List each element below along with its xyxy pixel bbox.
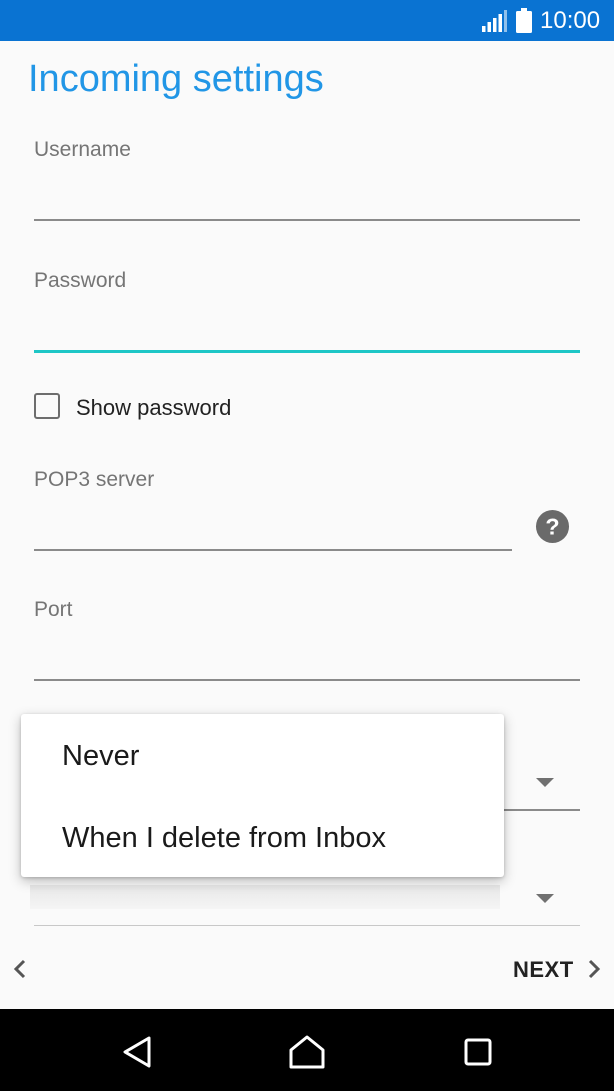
spinner-2-field[interactable] [30, 885, 500, 909]
battery-icon [516, 8, 532, 33]
chevron-right-icon[interactable] [585, 958, 603, 980]
port-field[interactable] [34, 628, 580, 682]
signal-icon [482, 10, 507, 32]
username-underline [34, 219, 580, 221]
recents-icon[interactable] [463, 1037, 493, 1067]
svg-text:?: ? [545, 513, 559, 539]
show-password-label[interactable]: Show password [76, 394, 231, 422]
dropdown-menu: Never When I delete from Inbox [21, 714, 504, 877]
username-field[interactable] [34, 168, 580, 222]
pop3-server-label: POP3 server [34, 468, 155, 491]
password-label: Password [34, 269, 127, 292]
page-title: Incoming settings [28, 58, 324, 100]
menu-option-when-delete-from-inbox[interactable]: When I delete from Inbox [62, 820, 386, 856]
chevron-left-icon[interactable] [11, 958, 29, 980]
port-label: Port [34, 598, 73, 621]
pop3-server-underline [34, 549, 512, 551]
menu-option-never[interactable]: Never [62, 738, 139, 774]
help-icon[interactable]: ? [535, 509, 570, 544]
password-field[interactable] [34, 299, 580, 353]
spinner-2-arrow-icon[interactable] [536, 894, 554, 903]
status-bar: 10:00 [0, 0, 614, 41]
status-time: 10:00 [540, 7, 601, 34]
navigation-bar [0, 1009, 614, 1091]
pop3-server-field[interactable] [34, 498, 512, 552]
username-label: Username [34, 138, 131, 161]
home-icon[interactable] [288, 1034, 326, 1070]
spinner-1-arrow-icon[interactable] [536, 778, 554, 787]
port-underline [34, 679, 580, 681]
password-underline-focused [34, 350, 580, 353]
back-triangle-icon[interactable] [120, 1035, 154, 1069]
show-password-checkbox[interactable] [34, 393, 60, 419]
spinner-2-underline [34, 925, 580, 926]
next-button[interactable]: NEXT [513, 956, 574, 984]
